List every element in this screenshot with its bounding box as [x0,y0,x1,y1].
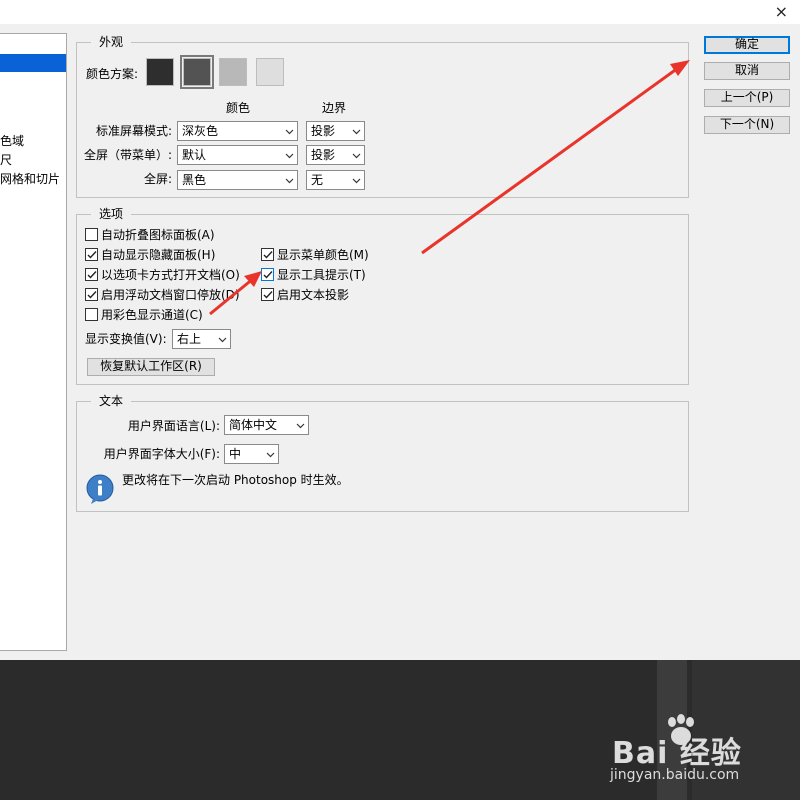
standard-screen-mode-label: 标准屏幕模式: [95,124,172,138]
checkbox-box[interactable] [85,248,98,261]
checkmark-icon [87,251,97,259]
checkbox-box[interactable] [85,268,98,281]
nav-item-grid-slices[interactable]: 网格和切片 [0,170,66,188]
ui-language-label: 用户界面语言(L): [127,419,220,433]
watermark-url: jingyan.baidu.com [610,767,740,783]
chevron-down-icon [285,129,294,135]
next-button[interactable]: 下一个(N) [704,116,790,134]
color-scheme-swatch-light[interactable] [219,58,247,86]
fullscreen-label: 全屏: [143,172,172,186]
fullscreen-menu-border-select[interactable]: 投影 [306,145,365,165]
checkbox-box[interactable] [85,288,98,301]
chevron-down-icon [266,452,275,458]
chevron-down-icon [296,423,305,429]
chevron-down-icon [352,129,361,135]
checkbox-box[interactable] [261,268,274,281]
border-column-header: 边界 [322,101,347,115]
chevron-down-icon [218,337,227,343]
standard-screen-color-select[interactable]: 深灰色 [177,121,298,141]
checkmark-icon [87,271,97,279]
nav-item[interactable] [0,36,66,54]
ui-font-size-label: 用户界面字体大小(F): [103,447,220,461]
fullscreen-border-select[interactable]: 无 [306,170,365,190]
chevron-down-icon [352,178,361,184]
cancel-button[interactable]: 取消 [704,62,790,80]
dialog-titlebar: × [0,0,800,24]
text-title: 文本 [91,393,132,409]
standard-screen-border-select[interactable]: 投影 [306,121,365,141]
baidu-jingyan-watermark: Bai 经验 [612,736,742,771]
chevron-down-icon [285,153,294,159]
close-icon[interactable]: × [775,2,788,21]
info-icon [86,474,114,504]
previous-button[interactable]: 上一个(P) [704,89,790,107]
color-scheme-label: 颜色方案: [86,67,139,81]
chevron-down-icon [285,178,294,184]
nav-item-rulers[interactable]: 尺 [0,151,66,169]
checkbox-box[interactable] [261,248,274,261]
nav-item-selected[interactable] [0,54,66,72]
preferences-nav-list[interactable]: 色域 尺 网格和切片 [0,33,67,651]
nav-item-gamut[interactable]: 色域 [0,132,66,150]
options-title: 选项 [91,206,132,222]
ok-button[interactable]: 确定 [704,36,790,54]
transform-values-select[interactable]: 右上 [172,329,231,349]
checkbox-box[interactable] [261,288,274,301]
chevron-down-icon [352,153,361,159]
transform-values-label: 显示变换值(V): [85,332,167,346]
checkmark-icon [263,291,273,299]
color-scheme-swatch-darkest[interactable] [146,58,174,86]
appearance-title: 外观 [91,34,132,50]
restore-default-workspace-button[interactable]: 恢复默认工作区(R) [87,358,215,376]
checkbox-box[interactable] [85,308,98,321]
fullscreen-color-select[interactable]: 黑色 [177,170,298,190]
color-column-header: 颜色 [226,101,251,115]
ui-font-size-select[interactable]: 中 [224,444,279,464]
restart-notice: 更改将在下一次启动 Photoshop 时生效。 [122,473,349,487]
checkmark-icon [87,291,97,299]
color-scheme-swatch-lightest[interactable] [256,58,284,86]
fullscreen-menu-color-select[interactable]: 默认 [177,145,298,165]
fullscreen-menu-label: 全屏（带菜单）: [83,148,172,162]
checkbox-box[interactable] [85,228,98,241]
ui-language-select[interactable]: 简体中文 [224,415,309,435]
checkmark-icon [263,271,273,279]
checkmark-icon [263,251,273,259]
color-scheme-swatch-dark[interactable] [180,55,214,89]
